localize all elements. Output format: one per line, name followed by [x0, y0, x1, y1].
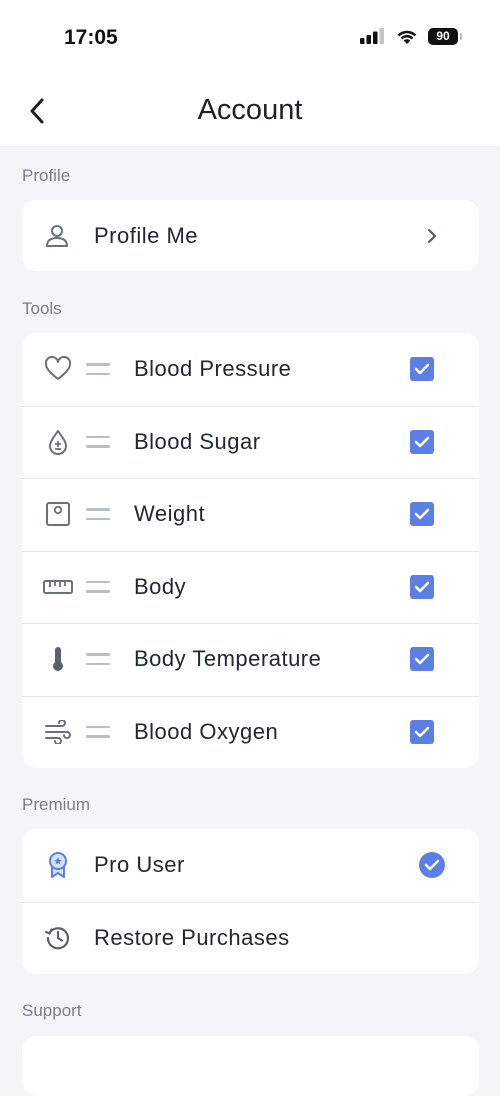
pro-user-row[interactable]: Pro User	[22, 829, 479, 902]
tool-label: Blood Sugar	[134, 428, 261, 454]
wind-icon	[44, 718, 72, 746]
tool-checkbox[interactable]	[410, 429, 434, 454]
tool-row-weight[interactable]: Weight	[22, 478, 479, 551]
page-title: Account	[197, 94, 303, 126]
battery-icon: 90	[428, 27, 462, 45]
tool-label: Weight	[134, 501, 206, 527]
tool-checkbox[interactable]	[410, 719, 434, 744]
restore-purchases-label: Restore Purchases	[94, 924, 290, 950]
tool-checkbox[interactable]	[410, 502, 434, 527]
thermometer-icon	[44, 645, 72, 673]
tool-row-blood-sugar[interactable]: Blood Sugar	[22, 405, 479, 479]
chevron-right-icon	[426, 226, 440, 246]
checkmark-icon	[414, 654, 430, 665]
tool-checkbox[interactable]	[410, 357, 434, 382]
drag-handle-icon[interactable]	[86, 725, 110, 738]
tool-row-body-temperature[interactable]: Body Temperature	[22, 623, 479, 696]
tool-row-blood-oxygen[interactable]: Blood Oxygen	[22, 695, 479, 769]
section-label-premium: Premium	[22, 795, 91, 814]
check-circle-icon	[419, 852, 445, 879]
checkmark-icon	[414, 364, 430, 375]
checkmark-icon	[414, 726, 430, 737]
tool-row-body[interactable]: Body	[22, 550, 479, 624]
nav-bar: Account	[0, 76, 500, 146]
wifi-icon	[397, 30, 417, 44]
checkmark-icon	[414, 581, 430, 592]
tool-row-blood-pressure[interactable]: Blood Pressure	[22, 333, 479, 406]
heart-icon	[44, 355, 72, 383]
scale-icon	[44, 500, 72, 528]
section-label-support: Support	[22, 1001, 82, 1020]
drag-handle-icon[interactable]	[86, 435, 110, 448]
drag-handle-icon[interactable]	[86, 508, 110, 521]
blood-drop-icon	[44, 428, 72, 456]
drag-handle-icon[interactable]	[86, 363, 110, 376]
status-icons: 90	[360, 27, 462, 45]
support-card	[22, 1036, 479, 1096]
drag-handle-icon[interactable]	[86, 580, 110, 593]
cellular-signal-icon	[360, 28, 384, 44]
checkmark-icon	[414, 436, 430, 447]
award-badge-icon	[44, 851, 72, 879]
restore-purchases-row[interactable]: Restore Purchases	[22, 901, 479, 975]
tool-checkbox[interactable]	[410, 574, 434, 599]
status-bar: 17:05 90	[0, 0, 500, 76]
tool-label: Blood Oxygen	[134, 718, 279, 744]
ruler-icon	[42, 573, 74, 601]
premium-card: Pro User Restore Purchases	[22, 829, 479, 974]
history-icon	[44, 924, 72, 952]
battery-level: 90	[436, 29, 450, 43]
profile-card: Profile Me	[22, 200, 479, 271]
section-label-profile: Profile	[22, 166, 71, 185]
status-time: 17:05	[64, 26, 118, 49]
tool-checkbox[interactable]	[410, 647, 434, 672]
tools-card: Blood Pressure Blood Sugar Weight Body B…	[22, 333, 479, 768]
tool-label: Body Temperature	[134, 646, 322, 672]
drag-handle-icon[interactable]	[86, 653, 110, 666]
tool-label: Body	[134, 573, 187, 599]
profile-me-row[interactable]: Profile Me	[22, 200, 479, 271]
checkmark-icon	[414, 509, 430, 520]
profile-me-label: Profile Me	[94, 222, 199, 248]
tool-label: Blood Pressure	[134, 356, 292, 382]
section-label-tools: Tools	[22, 299, 62, 318]
person-icon	[43, 222, 71, 250]
pro-user-label: Pro User	[94, 852, 185, 878]
